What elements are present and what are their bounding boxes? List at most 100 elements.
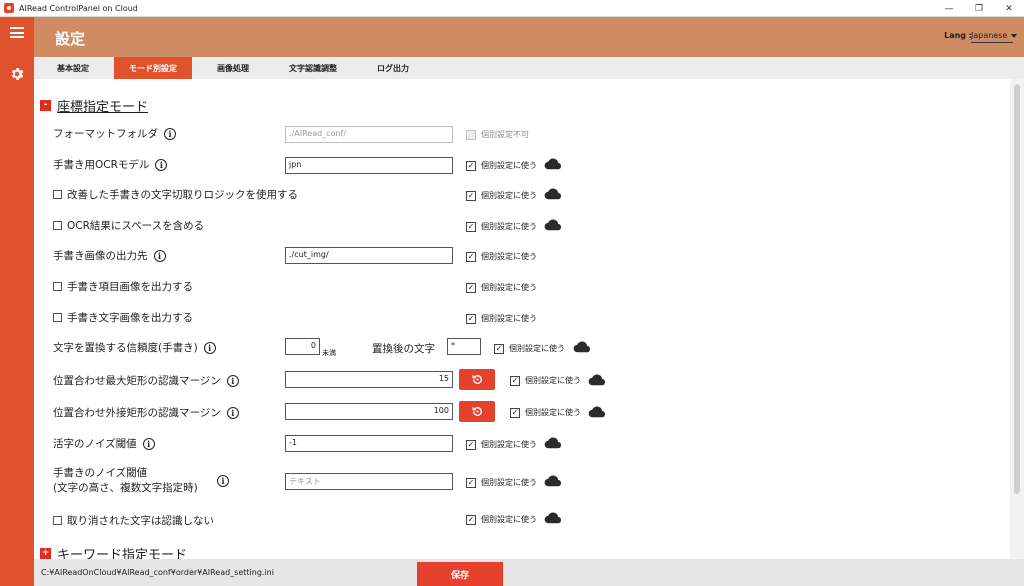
individual-setting-label: 個別設定に使う [481, 478, 537, 487]
outer-rect-margin-text: 位置合わせ外接矩形の認識マージン [53, 407, 221, 419]
individual-setting-checkbox[interactable]: ✓ 個別設定に使う [510, 407, 581, 418]
check-icon: ✓ [466, 439, 476, 450]
vertical-scrollbar[interactable] [1010, 79, 1024, 559]
checkbox[interactable] [53, 190, 62, 199]
language-select[interactable]: Japanese [971, 29, 1018, 43]
ocr-model-text: 手書き用OCRモデル [53, 159, 150, 171]
individual-setting-checkbox[interactable]: ✓ 個別設定に使う [466, 313, 537, 324]
individual-setting-label: 個別設定に使う [481, 222, 537, 231]
tab-bar: 基本設定 モード別設定 画像処理 文字認識調整 ログ出力 [34, 57, 1024, 79]
individual-setting-checkbox[interactable]: ✓ 個別設定に使う [466, 221, 537, 232]
info-icon[interactable]: i [217, 475, 229, 487]
individual-setting-checkbox[interactable]: ✓ 個別設定に使う [466, 282, 537, 293]
ocr-model-label: 手書き用OCRモデル i [53, 157, 168, 172]
individual-setting-checkbox[interactable]: ✓ 個別設定に使う [466, 477, 537, 488]
individual-setting-checkbox[interactable]: ✓ 個別設定に使う [466, 251, 537, 262]
individual-setting-checkbox[interactable]: ✓ 個別設定に使う [494, 343, 565, 354]
hand-noise-input[interactable]: テキスト [285, 473, 453, 490]
tab-image-processing[interactable]: 画像処理 [194, 57, 272, 79]
checkbox[interactable] [53, 516, 62, 525]
replace-conf-label: 文字を置換する信頼度(手書き) i [53, 340, 216, 355]
close-button[interactable]: ✕ [994, 0, 1024, 17]
gear-icon[interactable] [9, 66, 25, 82]
output-dest-text: 手書き画像の出力先 [53, 250, 148, 262]
cloud-icon[interactable] [544, 158, 562, 170]
replace-conf-input[interactable]: 0 [285, 338, 320, 355]
char-image-label[interactable]: 手書き文字画像を出力する [53, 310, 193, 325]
individual-setting-label: 個別設定に使う [481, 314, 537, 323]
individual-setting-checkbox[interactable]: ✓ 個別設定に使う [466, 439, 537, 450]
individual-setting-label: 個別設定に使う [509, 344, 565, 353]
checkbox-disabled [466, 129, 476, 140]
info-icon[interactable]: i [226, 374, 239, 387]
section-keyword-mode: + キーワード指定モード [40, 544, 187, 559]
scrollbar-thumb[interactable] [1014, 84, 1020, 494]
check-icon: ✓ [466, 190, 476, 201]
cloud-icon[interactable] [544, 219, 562, 231]
info-icon[interactable]: i [153, 249, 166, 262]
max-rect-margin-input[interactable]: 15 [285, 371, 453, 388]
cloud-icon[interactable] [544, 437, 562, 449]
reset-icon [472, 406, 482, 416]
info-icon[interactable]: i [164, 127, 176, 140]
outer-rect-margin-input[interactable]: 100 [285, 403, 453, 420]
info-icon[interactable]: i [226, 406, 239, 419]
reset-button[interactable] [459, 401, 495, 422]
output-dest-input[interactable]: ./cut_img/ [285, 247, 453, 264]
save-button[interactable]: 保存 [417, 562, 503, 586]
reset-button[interactable] [459, 369, 495, 390]
tab-basic-settings[interactable]: 基本設定 [34, 57, 112, 79]
cloud-icon[interactable] [573, 341, 591, 353]
page-title: 設定 [55, 30, 86, 48]
individual-setting-checkbox[interactable]: ✓ 個別設定に使う [466, 514, 537, 525]
tab-log-output[interactable]: ログ出力 [354, 57, 432, 79]
ocr-model-input[interactable]: jpn [285, 157, 453, 174]
window-title: AIRead ControlPanel on Cloud [19, 3, 138, 13]
max-rect-margin-label: 位置合わせ最大矩形の認識マージン i [53, 373, 239, 388]
include-space-label[interactable]: OCR結果にスペースを含める [53, 218, 204, 233]
checkbox[interactable] [53, 282, 62, 291]
info-icon[interactable]: i [142, 437, 155, 450]
individual-setting-checkbox[interactable]: ✓ 個別設定に使う [510, 375, 581, 386]
format-folder-label: フォーマットフォルダ i [53, 126, 176, 141]
check-icon: ✓ [466, 251, 476, 262]
collapse-toggle-button[interactable]: - [40, 100, 51, 111]
cloud-icon[interactable] [544, 188, 562, 200]
minimize-button[interactable]: — [934, 0, 964, 17]
cloud-icon[interactable] [544, 475, 562, 487]
maximize-button[interactable]: ❐ [964, 0, 994, 17]
individual-setting-label: 個別設定に使う [481, 515, 537, 524]
check-icon: ✓ [510, 407, 520, 418]
item-image-text: 手書き項目画像を出力する [67, 281, 193, 293]
individual-setting-checkbox[interactable]: ✓ 個別設定に使う [466, 160, 537, 171]
checkbox[interactable] [53, 221, 62, 230]
individual-setting-checkbox[interactable]: ✓ 個別設定に使う [466, 190, 537, 201]
tab-ocr-tuning[interactable]: 文字認識調整 [274, 57, 352, 79]
improved-logic-label[interactable]: 改善した手書きの文字切取りロジックを使用する [53, 187, 298, 202]
cloud-icon[interactable] [588, 406, 606, 418]
hamburger-menu-icon[interactable] [10, 27, 24, 38]
info-icon[interactable]: i [155, 158, 168, 171]
check-icon: ✓ [510, 375, 520, 386]
include-space-text: OCR結果にスペースを含める [67, 220, 205, 232]
side-rail [0, 17, 34, 586]
unit-label: 未満 [322, 349, 336, 357]
check-icon: ✓ [466, 160, 476, 171]
tab-mode-settings[interactable]: モード別設定 [114, 57, 192, 79]
expand-toggle-button[interactable]: + [40, 548, 51, 559]
window-titlebar: AIRead ControlPanel on Cloud — ❐ ✕ [0, 0, 1024, 17]
item-image-label[interactable]: 手書き項目画像を出力する [53, 279, 193, 294]
language-value: Japanese [971, 31, 1008, 40]
checkbox[interactable] [53, 313, 62, 322]
chevron-down-icon [1011, 33, 1018, 38]
check-icon: ✓ [466, 221, 476, 232]
cloud-icon[interactable] [588, 374, 606, 386]
print-noise-label: 活字のノイズ閾値 i [53, 436, 155, 451]
ignore-struck-label[interactable]: 取り消された文字は認識しない [53, 513, 214, 528]
info-icon[interactable]: i [203, 341, 216, 354]
section-title: 座標指定モード [57, 100, 149, 115]
replacement-char-input[interactable]: * [447, 338, 481, 355]
cloud-icon[interactable] [544, 512, 562, 524]
print-noise-input[interactable]: -1 [285, 435, 453, 452]
check-icon: ✓ [494, 343, 504, 354]
